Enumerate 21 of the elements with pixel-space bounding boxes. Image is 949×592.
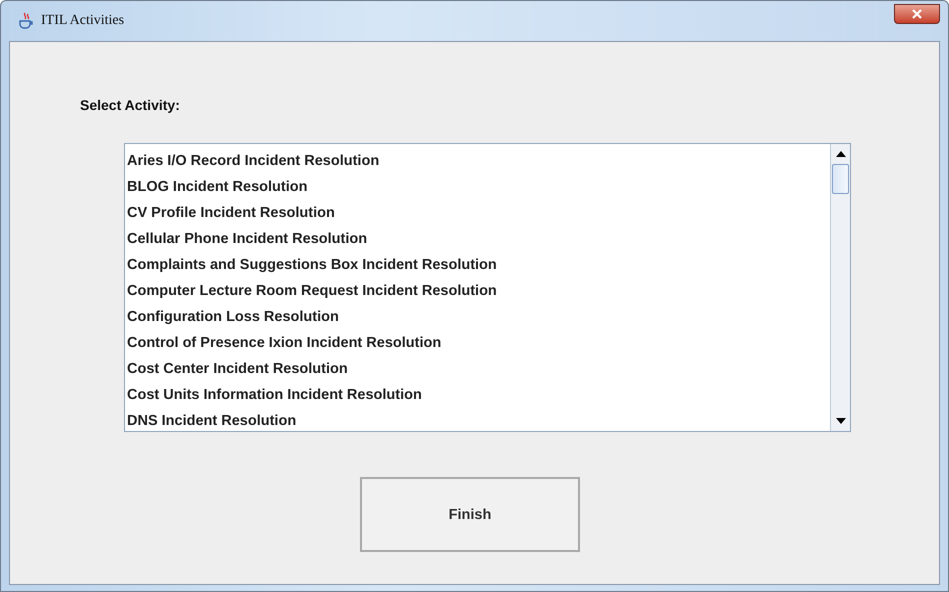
activity-item[interactable]: Configuration Loss Resolution [127, 304, 830, 330]
close-button[interactable] [894, 4, 940, 24]
close-icon [911, 9, 923, 19]
activity-item[interactable]: Computer Lecture Room Request Incident Resolution [127, 278, 830, 304]
down-arrow-icon [836, 418, 846, 424]
finish-button[interactable]: Finish [360, 477, 580, 552]
activity-item[interactable]: Control of Presence Ixion Incident Resolution [127, 330, 830, 356]
up-arrow-icon [836, 151, 846, 157]
activity-item[interactable]: Aries I/O Record Incident Resolution [127, 148, 830, 174]
activity-item[interactable]: BLOG Incident Resolution [127, 174, 830, 200]
scroll-thumb[interactable] [832, 164, 849, 194]
window-title: ITIL Activities [41, 13, 124, 29]
activity-item[interactable]: Cellular Phone Incident Resolution [127, 226, 830, 252]
activity-item[interactable]: CV Profile Incident Resolution [127, 200, 830, 226]
activity-item[interactable]: Cost Center Incident Resolution [127, 356, 830, 382]
coffee-cup-icon [17, 12, 35, 30]
scrollbar[interactable] [830, 144, 850, 431]
activity-item[interactable]: DNS Incident Resolution [127, 408, 830, 434]
activity-item[interactable]: Complaints and Suggestions Box Incident Resolution [127, 252, 830, 278]
select-activity-label: Select Activity: [80, 97, 181, 113]
activity-item[interactable]: Cost Units Information Incident Resolution [127, 382, 830, 408]
